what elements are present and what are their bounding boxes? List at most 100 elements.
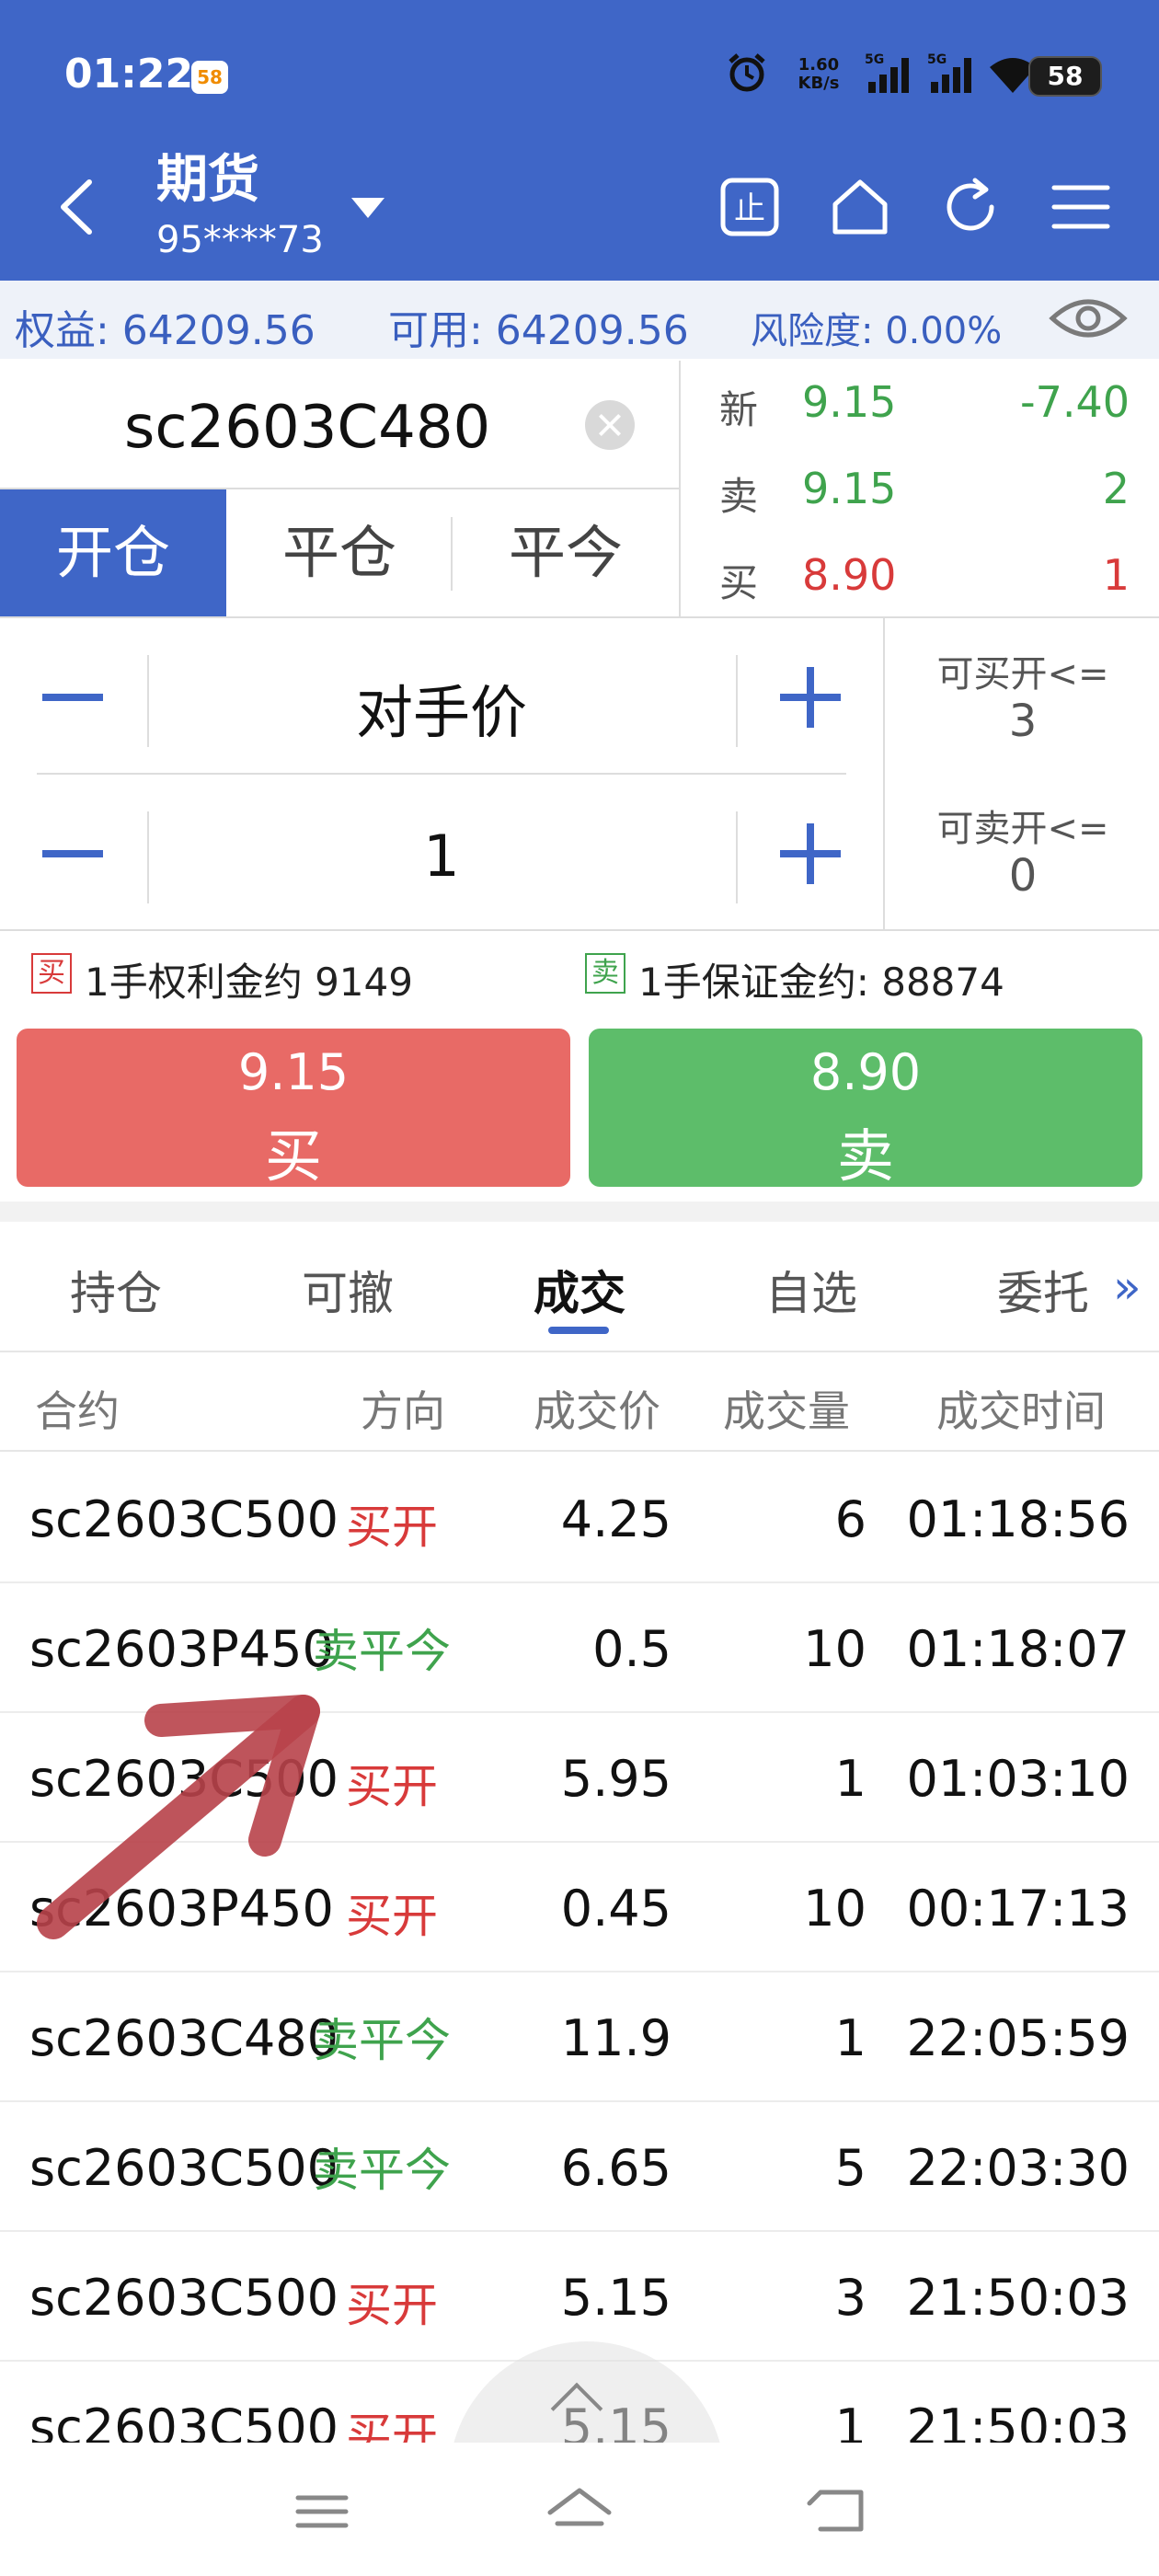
net-speed-unit: KB/s: [798, 74, 840, 93]
tab-cancelable[interactable]: 可撤: [274, 1257, 421, 1323]
quote-row-last: 新 9.15 -7.40: [681, 361, 1159, 438]
quote-label: 卖: [719, 474, 759, 519]
home-icon[interactable]: [828, 175, 892, 239]
sell-button[interactable]: 8.90 卖: [589, 1029, 1142, 1190]
system-back-icon[interactable]: [800, 2479, 874, 2544]
max-sell-value: 0: [1008, 850, 1038, 902]
sell-button-price: 8.90: [809, 1043, 922, 1101]
quote-volume: 1: [1102, 550, 1130, 600]
network-speed: 1.60 KB/s: [791, 56, 846, 93]
buy-cost: 1手权利金约 9149: [85, 960, 413, 1005]
cell-quantity: 10: [803, 1620, 866, 1678]
price-minus-button[interactable]: [42, 694, 103, 701]
stop-order-label: 止: [734, 190, 765, 227]
cell-quantity: 10: [803, 1880, 866, 1938]
quote-row-ask: 卖 9.15 2: [681, 447, 1159, 524]
order-params: 对手价 1: [0, 618, 883, 931]
recent-apps-icon[interactable]: [285, 2479, 359, 2544]
tab-close-position[interactable]: 平仓: [226, 489, 453, 616]
cell-quantity: 3: [834, 2269, 866, 2327]
cell-price: 4.25: [560, 1490, 671, 1548]
section-gap: [0, 1202, 1159, 1222]
buy-button-label: 买: [264, 1122, 322, 1190]
trades-table-header: 合约 方向 成交价 成交量 成交时间: [0, 1354, 1159, 1452]
position-limits: 可买开<= 3 可卖开<= 0: [883, 618, 1159, 931]
divider: [736, 811, 738, 903]
max-sell-label: 可卖开<=: [936, 808, 1109, 850]
cell-quantity: 5: [834, 2139, 866, 2197]
tab-orders[interactable]: 委托: [970, 1257, 1117, 1323]
system-navigation-bar: [0, 2443, 1159, 2576]
available-value: 可用: 64209.56: [388, 307, 689, 354]
cell-time: 22:03:30: [906, 2139, 1130, 2197]
sell-cost: 1手保证金约: 88874: [638, 960, 1004, 1005]
active-tab-indicator: [548, 1327, 609, 1334]
stop-order-icon[interactable]: 止: [717, 175, 782, 239]
tab-open-position[interactable]: 开仓: [0, 489, 226, 616]
cell-time: 01:18:56: [906, 1490, 1130, 1548]
table-row[interactable]: sc2603C480 卖平今 11.9 1 22:05:59: [0, 1972, 1159, 2102]
status-time: 01:22: [64, 51, 194, 98]
buy-button[interactable]: 9.15 买: [17, 1029, 570, 1190]
cell-quantity: 1: [834, 1750, 866, 1808]
status-bar: 01:22 58 1.60 KB/s 5G 5G 58: [0, 0, 1159, 147]
max-buy-label: 可买开<=: [936, 653, 1109, 696]
signal-5g-icon-2: 5G: [927, 52, 971, 93]
clear-icon[interactable]: [585, 400, 635, 450]
tab-close-today[interactable]: 平今: [453, 489, 679, 616]
cell-price: 0.45: [560, 1880, 671, 1938]
quantity-plus-button-v[interactable]: [807, 823, 814, 884]
quantity-stepper: 1: [0, 775, 883, 931]
more-tabs-icon[interactable]: »: [1113, 1260, 1142, 1314]
cell-price: 0.5: [592, 1620, 671, 1678]
col-contract: 合约: [35, 1386, 120, 1436]
menu-icon[interactable]: [1049, 175, 1113, 239]
quote-change: -7.40: [1019, 377, 1130, 427]
account-dropdown-icon[interactable]: [351, 198, 384, 218]
cell-price: 6.65: [560, 2139, 671, 2197]
cell-direction: 卖平今: [313, 2144, 451, 2197]
col-direction: 方向: [361, 1386, 445, 1436]
account-summary: 权益: 64209.56 可用: 64209.56 风险度: 0.00%: [0, 281, 1159, 359]
table-row[interactable]: sc2603C500 买开 4.25 6 01:18:56: [0, 1454, 1159, 1583]
price-stepper: 对手价: [0, 618, 883, 775]
price-plus-button-v[interactable]: [807, 667, 814, 728]
eye-icon[interactable]: [1049, 293, 1128, 344]
col-time: 成交时间: [936, 1386, 1106, 1436]
contract-code[interactable]: sc2603C480: [124, 394, 490, 462]
price-type[interactable]: 对手价: [147, 666, 736, 749]
quote-panel: 新 9.15 -7.40 卖 9.15 2 买 8.90 1: [679, 361, 1159, 618]
table-row[interactable]: sc2603C500 卖平今 6.65 5 22:03:30: [0, 2102, 1159, 2232]
refresh-icon[interactable]: [938, 175, 1003, 239]
page-title: 期货: [156, 150, 259, 210]
contract-input[interactable]: sc2603C480: [0, 361, 679, 489]
battery-indicator: 58: [1028, 56, 1102, 97]
tab-trades[interactable]: 成交: [506, 1257, 653, 1323]
signal-5g-icon: 5G: [865, 52, 909, 93]
cell-direction: 买开: [346, 1501, 438, 1554]
quote-row-bid: 买 8.90 1: [681, 534, 1159, 611]
tab-watchlist[interactable]: 自选: [738, 1257, 885, 1323]
back-icon[interactable]: [51, 175, 106, 239]
cell-price: 5.15: [560, 2269, 671, 2327]
app-notification-badge: 58: [191, 61, 228, 94]
buy-tag: 买: [31, 953, 72, 994]
signal1-label: 5G: [865, 52, 884, 67]
alarm-icon: [729, 53, 765, 92]
cell-time: 01:18:07: [906, 1620, 1130, 1678]
account-number: 95****73: [156, 219, 324, 261]
sell-button-label: 卖: [836, 1122, 894, 1190]
cell-contract: sc2603C500: [29, 2139, 339, 2197]
quantity-minus-button[interactable]: [42, 850, 103, 857]
record-tabs: 持仓 可撤 成交 自选 委托 »: [0, 1224, 1159, 1352]
quantity-input[interactable]: 1: [147, 822, 736, 890]
cell-contract: sc2603C500: [29, 1490, 339, 1548]
tab-positions[interactable]: 持仓: [42, 1257, 189, 1323]
buy-button-price: 9.15: [237, 1043, 350, 1101]
cell-contract: sc2603C500: [29, 2269, 339, 2327]
app-header: 01:22 58 1.60 KB/s 5G 5G 58 期货 95****73 …: [0, 0, 1159, 281]
system-home-icon[interactable]: [543, 2479, 616, 2544]
equity-value: 权益: 64209.56: [15, 307, 316, 354]
cell-price: 11.9: [560, 2009, 671, 2067]
quote-volume: 2: [1102, 464, 1130, 513]
